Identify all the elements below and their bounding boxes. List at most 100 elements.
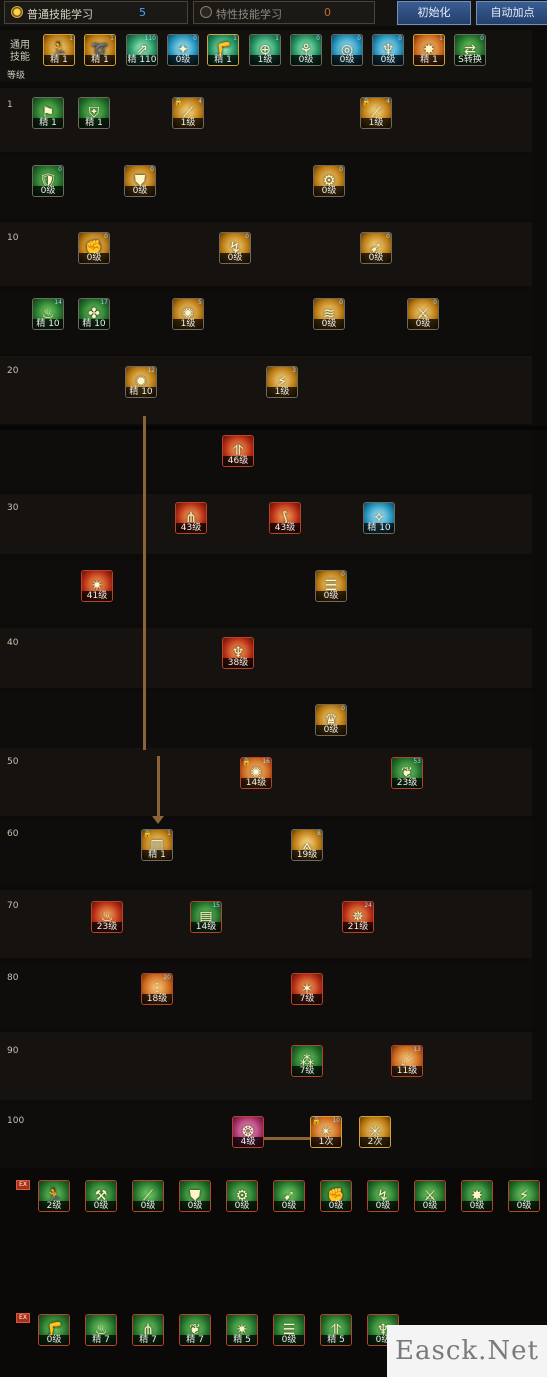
skill-level: 14级 bbox=[191, 922, 221, 932]
general-skill-2[interactable]: ➰ 1 精 1 bbox=[84, 34, 116, 66]
skill-lv80-a[interactable]: ⫶ 20 18级 bbox=[141, 973, 173, 1005]
skill-lv40-a[interactable]: ♆ 38级 bbox=[222, 637, 254, 669]
skill-row2-c[interactable]: ⚙ 0 0级 bbox=[313, 165, 345, 197]
watermark: Easck.Net bbox=[387, 1325, 547, 1377]
general-skill-3[interactable]: ⇗ 110 精 110 bbox=[126, 34, 158, 66]
level-label: 60 bbox=[7, 829, 19, 839]
skill-row2-b[interactable]: ⛊ 0 0级 bbox=[124, 165, 156, 197]
tab-label: 普通技能学习 bbox=[27, 8, 93, 21]
skill-level: 0级 bbox=[274, 1335, 304, 1345]
ex2-skill-5[interactable]: ✷ 精 5 bbox=[226, 1314, 258, 1346]
tab-normal-skills[interactable]: 普通技能学习 5 bbox=[4, 1, 188, 24]
skill-row2-a[interactable]: 🛡 0 0级 bbox=[32, 165, 64, 197]
skill-lv60-a[interactable]: 🔒 ▥ 1 精 1 bbox=[141, 829, 173, 861]
ex-skill-3[interactable]: ⟋ 0级 bbox=[132, 1180, 164, 1212]
skill-count: 1 bbox=[439, 35, 443, 42]
skill-lv50-b[interactable]: ❦ 53 23级 bbox=[391, 757, 423, 789]
ex2-skill-4[interactable]: ❦ 精 7 bbox=[179, 1314, 211, 1346]
skill-lv100-c[interactable]: ✳ 2次 bbox=[359, 1116, 391, 1148]
skill-level: 11级 bbox=[392, 1066, 422, 1076]
radio-icon[interactable] bbox=[200, 6, 212, 18]
skill-row6-a[interactable]: ⥣ 46级 bbox=[222, 435, 254, 467]
radio-icon[interactable] bbox=[11, 6, 23, 18]
ex-skill-10[interactable]: ✸ 0级 bbox=[461, 1180, 493, 1212]
skill-lv30-a[interactable]: ⋔ 43级 bbox=[175, 502, 207, 534]
general-skill-8[interactable]: ◎ 0 0级 bbox=[331, 34, 363, 66]
skill-lv50-a[interactable]: 🔒 ✺ 16 14级 bbox=[240, 757, 272, 789]
arrow-down-icon bbox=[152, 816, 164, 824]
skill-count: 15 bbox=[212, 902, 220, 909]
skill-lv10-a[interactable]: ✊ 0 0级 bbox=[78, 232, 110, 264]
skill-count: 110 bbox=[144, 35, 156, 42]
skill-lv90-a[interactable]: ⁂ 7级 bbox=[291, 1045, 323, 1077]
tab-trait-skills[interactable]: 特性技能学习 0 bbox=[193, 1, 375, 24]
skill-level: 0级 bbox=[39, 1335, 69, 1345]
row-band bbox=[0, 820, 532, 884]
skill-lv1-c[interactable]: 🔒 ⟋ 4 1级 bbox=[172, 97, 204, 129]
skill-lv20-b[interactable]: ⚡ 3 1级 bbox=[266, 366, 298, 398]
skill-lv60-b[interactable]: ⟑ 8 19级 bbox=[291, 829, 323, 861]
skill-row4-c[interactable]: ✺ 5 1级 bbox=[172, 298, 204, 330]
skill-lv1-a[interactable]: ⚑ 精 1 bbox=[32, 97, 64, 129]
skill-lv100-b[interactable]: 🔒 ✴ 10 1次 bbox=[310, 1116, 342, 1148]
ex-skill-7[interactable]: ✊ 0级 bbox=[320, 1180, 352, 1212]
ex-skill-9[interactable]: ⚔ 0级 bbox=[414, 1180, 446, 1212]
ex-skill-4[interactable]: ⛊ 0级 bbox=[179, 1180, 211, 1212]
ex2-skill-6[interactable]: ☰ 0级 bbox=[273, 1314, 305, 1346]
ex-skill-11[interactable]: ⚡ 0级 bbox=[508, 1180, 540, 1212]
general-skill-4[interactable]: ✦ 0 0级 bbox=[167, 34, 199, 66]
skill-lv10-c[interactable]: ➹ 0 0级 bbox=[360, 232, 392, 264]
skill-level: 43级 bbox=[176, 523, 206, 533]
skill-level: 0级 bbox=[220, 253, 250, 263]
row-band bbox=[0, 560, 532, 624]
skill-count: 24 bbox=[364, 902, 372, 909]
skill-lv90-b[interactable]: ☄ 13 11级 bbox=[391, 1045, 423, 1077]
reset-button[interactable]: 初始化 bbox=[397, 1, 471, 25]
skill-level: 0级 bbox=[314, 186, 344, 196]
ex-skill-8[interactable]: ↯ 0级 bbox=[367, 1180, 399, 1212]
ex-skill-5[interactable]: ⚙ 0级 bbox=[226, 1180, 258, 1212]
tree-connector bbox=[262, 1137, 310, 1140]
skill-row4-e[interactable]: ⚔ 0 0级 bbox=[407, 298, 439, 330]
general-skill-7[interactable]: ⚘ 0 0级 bbox=[290, 34, 322, 66]
level-label: 80 bbox=[7, 973, 19, 983]
skill-lv70-a[interactable]: ♨ 23级 bbox=[91, 901, 123, 933]
skill-lv20-a[interactable]: ✹ 12 精 10 bbox=[125, 366, 157, 398]
general-skill-9[interactable]: ♆ 0 0级 bbox=[372, 34, 404, 66]
skill-level: 精 7 bbox=[86, 1335, 116, 1345]
auto-assign-button[interactable]: 自动加点 bbox=[476, 1, 547, 25]
ex2-skill-7[interactable]: ⥣ 精 5 bbox=[320, 1314, 352, 1346]
skill-lv30-c[interactable]: ✧ 精 10 bbox=[363, 502, 395, 534]
skill-row10-a[interactable]: ♛ 0 0级 bbox=[315, 704, 347, 736]
skill-lv1-b[interactable]: ⛨ 精 1 bbox=[78, 97, 110, 129]
skill-level: 精 1 bbox=[79, 118, 109, 128]
skill-row4-b[interactable]: ✤ 17 精 10 bbox=[78, 298, 110, 330]
skill-level: 4级 bbox=[233, 1137, 263, 1147]
ex-skill-2[interactable]: ⚒ 0级 bbox=[85, 1180, 117, 1212]
ex2-skill-3[interactable]: ⋔ 精 7 bbox=[132, 1314, 164, 1346]
skill-row8-b[interactable]: ☰ 0 0级 bbox=[315, 570, 347, 602]
skill-row4-a[interactable]: ♨ 14 精 10 bbox=[32, 298, 64, 330]
skill-level: 精 10 bbox=[126, 387, 156, 397]
general-skill-6[interactable]: ⊕ 1 1级 bbox=[249, 34, 281, 66]
skill-lv1-d[interactable]: 🔒 ⟋ 4 1级 bbox=[360, 97, 392, 129]
skill-row4-d[interactable]: ≋ 0 0级 bbox=[313, 298, 345, 330]
skill-lv70-b[interactable]: ▤ 15 14级 bbox=[190, 901, 222, 933]
skill-level: 精 110 bbox=[127, 55, 157, 65]
general-skill-5[interactable]: 🦵 1 精 1 bbox=[207, 34, 239, 66]
general-skill-1[interactable]: 🏃 1 精 1 bbox=[43, 34, 75, 66]
skill-lv70-c[interactable]: ✵ 24 21级 bbox=[342, 901, 374, 933]
skill-lv80-b[interactable]: ✶ 7级 bbox=[291, 973, 323, 1005]
general-skill-11[interactable]: ⇄ 0 S转换 bbox=[454, 34, 486, 66]
skill-lv100-a[interactable]: ❂ 4级 bbox=[232, 1116, 264, 1148]
skill-lv10-b[interactable]: ↯ 0 0级 bbox=[219, 232, 251, 264]
ex-skill-1[interactable]: 🏃 2级 bbox=[38, 1180, 70, 1212]
skill-level: 14级 bbox=[241, 778, 271, 788]
skill-lv30-b[interactable]: ⟆ 43级 bbox=[269, 502, 301, 534]
ex2-skill-1[interactable]: 🦵 0级 bbox=[38, 1314, 70, 1346]
general-skill-10[interactable]: ✸ 1 精 1 bbox=[413, 34, 445, 66]
skill-row8-a[interactable]: ✷ 41级 bbox=[81, 570, 113, 602]
ex2-skill-2[interactable]: ♨ 精 7 bbox=[85, 1314, 117, 1346]
ex-skill-6[interactable]: ➹ 0级 bbox=[273, 1180, 305, 1212]
skill-level: 0级 bbox=[133, 1201, 163, 1211]
